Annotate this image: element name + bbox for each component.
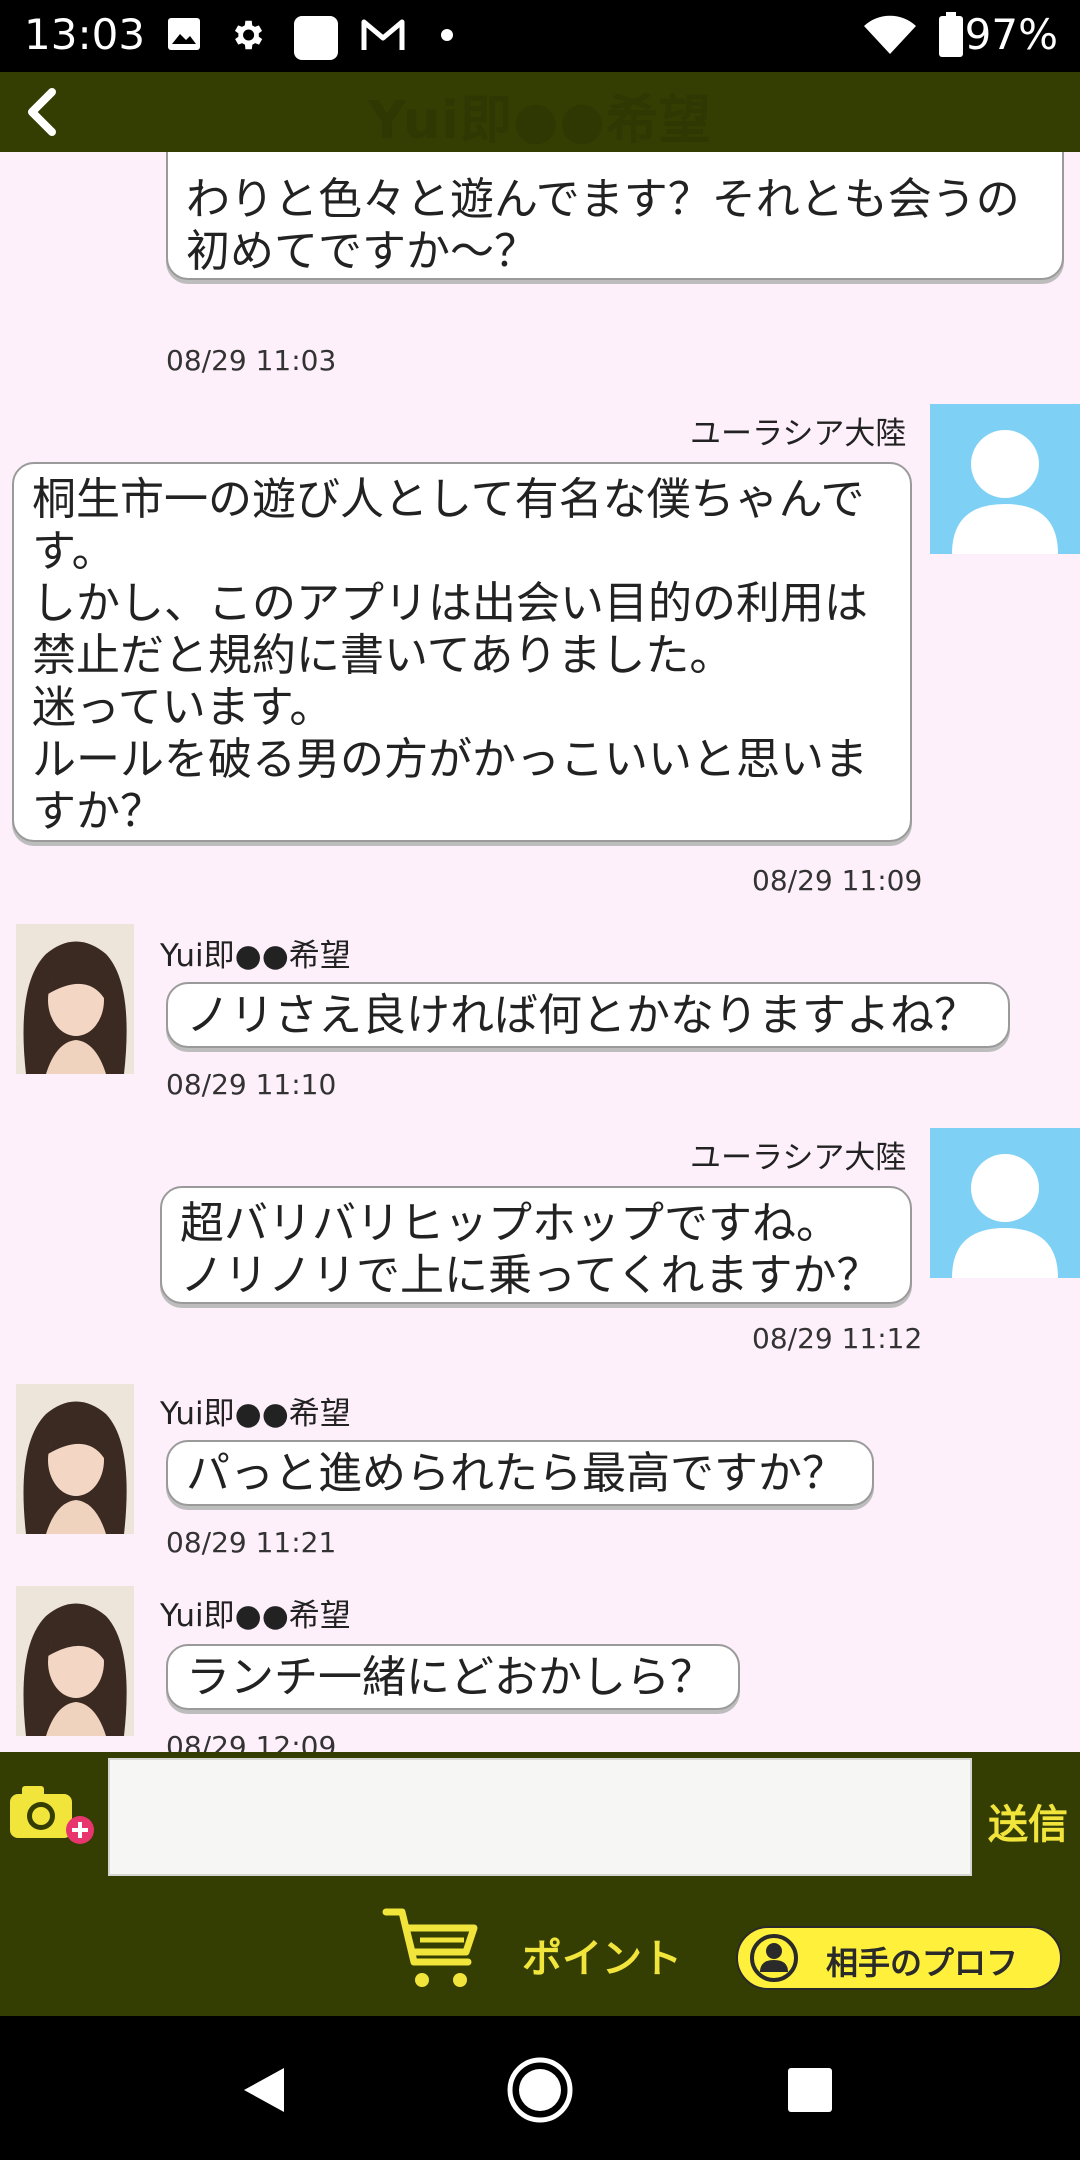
message-timestamp: 08/29 11:10 bbox=[166, 1068, 337, 1101]
message-timestamp: 08/29 11:21 bbox=[166, 1526, 337, 1559]
battery-percent: 97% bbox=[964, 10, 1058, 59]
app-icon bbox=[294, 16, 338, 60]
image-icon bbox=[168, 18, 200, 50]
profile-label: 相手のプロフ bbox=[826, 1944, 1019, 1982]
points-button[interactable]: ポイント bbox=[382, 1904, 702, 2000]
default-user-icon bbox=[952, 1154, 1058, 1278]
status-time: 13:03 bbox=[24, 10, 146, 59]
status-bar: 13:03 97% bbox=[0, 0, 1080, 72]
partner-avatar[interactable] bbox=[16, 1384, 134, 1534]
send-button[interactable]: 送信 bbox=[988, 1792, 1068, 1850]
camera-add-icon[interactable] bbox=[8, 1780, 98, 1850]
message-bubble: 超バリバリヒップホップですね。 ノリノリで上に乗ってくれますか？ bbox=[160, 1186, 912, 1304]
message-bubble: ノリさえ良ければ何とかなりますよね？ bbox=[166, 982, 1010, 1048]
partner-photo bbox=[16, 1384, 134, 1534]
partner-photo bbox=[16, 924, 134, 1074]
partner-avatar[interactable] bbox=[16, 924, 134, 1074]
partner-profile-button[interactable]: 相手のプロフ bbox=[736, 1926, 1062, 1990]
default-user-icon bbox=[952, 430, 1058, 554]
cart-icon bbox=[382, 1908, 478, 1987]
message-bubble: わりと色々と遊んでます？それとも会うの 初めてですか～？ bbox=[166, 152, 1064, 280]
own-avatar[interactable] bbox=[930, 404, 1080, 554]
back-nav-icon[interactable] bbox=[240, 2064, 288, 2116]
message-list[interactable]: わりと色々と遊んでます？それとも会うの 初めてですか～？ 08/29 11:03… bbox=[0, 152, 1080, 1752]
person-icon bbox=[750, 1934, 798, 1982]
points-label: ポイント bbox=[522, 1936, 682, 1982]
settings-icon bbox=[234, 20, 263, 50]
message-timestamp: 08/29 11:09 bbox=[752, 864, 923, 897]
message-timestamp: 08/29 11:12 bbox=[752, 1322, 923, 1355]
own-avatar[interactable] bbox=[930, 1128, 1080, 1278]
message-bubble: 桐生市一の遊び人として有名な僕ちゃんで す。 しかし、このアプリは出会い目的の利… bbox=[12, 462, 912, 842]
wifi-icon bbox=[864, 15, 916, 54]
message-timestamp: 08/29 11:03 bbox=[166, 344, 337, 377]
battery-icon bbox=[939, 12, 963, 57]
message-bubble: ランチ一緒にどおかしら？ bbox=[166, 1644, 740, 1710]
home-nav-icon[interactable] bbox=[506, 2056, 574, 2124]
gmail-icon bbox=[361, 19, 405, 50]
recents-nav-icon[interactable] bbox=[786, 2066, 834, 2114]
partner-avatar[interactable] bbox=[16, 1586, 134, 1736]
sender-name: ユーラシア大陸 bbox=[690, 416, 907, 452]
input-bar: 送信 ポイント 相手のプロフ bbox=[0, 1752, 1080, 2016]
message-timestamp: 08/29 12:09 bbox=[166, 1730, 337, 1752]
sender-name: ユーラシア大陸 bbox=[690, 1140, 907, 1176]
dot-icon bbox=[441, 29, 453, 41]
message-bubble: パっと進められたら最高ですか？ bbox=[166, 1440, 874, 1506]
chat-header: Yui即●●希望 bbox=[0, 72, 1080, 152]
sender-name: Yui即●●希望 bbox=[160, 1598, 351, 1634]
sender-name: Yui即●●希望 bbox=[160, 938, 351, 974]
system-nav-bar bbox=[0, 2016, 1080, 2160]
sender-name: Yui即●●希望 bbox=[160, 1396, 351, 1432]
partner-photo bbox=[16, 1586, 134, 1736]
message-input[interactable] bbox=[108, 1758, 972, 1876]
chat-partner-title: Yui即●●希望 bbox=[368, 91, 712, 151]
